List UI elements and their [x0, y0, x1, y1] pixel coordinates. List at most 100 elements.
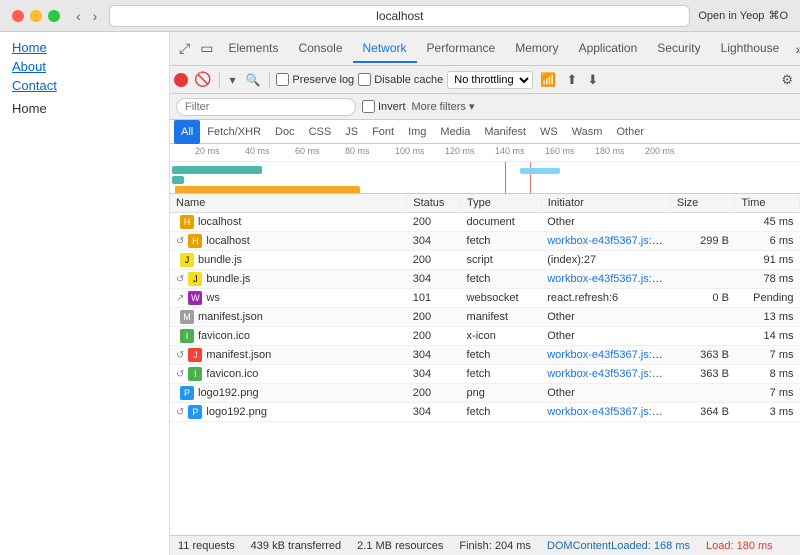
status-transferred: 439 kB transferred	[251, 540, 342, 552]
throttle-select[interactable]: No throttling Slow 3G Fast 3G	[447, 71, 533, 89]
title-bar: ‹ › localhost Open in Yeop ⌘O	[0, 0, 800, 32]
wifi-icon[interactable]: 📶	[537, 72, 559, 88]
type-doc[interactable]: Doc	[268, 120, 302, 144]
col-header-initiator[interactable]: Initiator	[541, 194, 670, 213]
more-filters-button[interactable]: More filters ▾	[412, 100, 475, 113]
cell-status: 200	[407, 251, 461, 270]
file-icon: P	[180, 386, 194, 400]
initiator-text: Other	[547, 330, 575, 342]
download-icon[interactable]: ⬇	[584, 72, 601, 88]
toolbar-divider-1	[219, 72, 220, 88]
cell-name: ↺ I favicon.ico	[170, 365, 407, 384]
disable-cache-checkbox[interactable]	[358, 73, 371, 86]
type-all[interactable]: All	[174, 120, 200, 144]
type-wasm[interactable]: Wasm	[565, 120, 610, 144]
tab-console[interactable]: Console	[288, 35, 352, 63]
disable-cache-label[interactable]: Disable cache	[358, 73, 443, 86]
cell-status: 304	[407, 403, 461, 422]
type-ws[interactable]: WS	[533, 120, 565, 144]
network-table: Name Status Type Initiator Size Time H l…	[170, 194, 800, 422]
tab-memory[interactable]: Memory	[505, 35, 568, 63]
table-row[interactable]: ↺ H localhost 304 fetch workbox-e43f5367…	[170, 232, 800, 251]
tab-lighthouse[interactable]: Lighthouse	[711, 35, 790, 63]
search-icon-button[interactable]: 🔍	[242, 73, 263, 87]
table-row[interactable]: ↗ W ws 101 websocket react.refresh:6 0 B…	[170, 289, 800, 308]
network-toolbar: 🚫 ▾ 🔍 Preserve log Disable cache No thro…	[170, 66, 800, 94]
record-button[interactable]	[174, 73, 188, 87]
col-header-size[interactable]: Size	[670, 194, 735, 213]
cell-type: fetch	[461, 346, 542, 365]
close-button[interactable]	[12, 10, 24, 22]
type-manifest[interactable]: Manifest	[477, 120, 533, 144]
cell-type: manifest	[461, 308, 542, 327]
type-js[interactable]: JS	[338, 120, 365, 144]
forward-button[interactable]: ›	[89, 6, 102, 26]
col-header-time[interactable]: Time	[735, 194, 800, 213]
open-btn-label: Open in Yeop	[698, 10, 764, 22]
clear-button[interactable]: 🚫	[192, 71, 213, 88]
cell-initiator: workbox-e43f5367.js:1545	[541, 270, 670, 289]
table-row[interactable]: ↺ J manifest.json 304 fetch workbox-e43f…	[170, 346, 800, 365]
tab-network[interactable]: Network	[353, 35, 417, 63]
col-header-status[interactable]: Status	[407, 194, 461, 213]
cell-name: ↗ W ws	[170, 289, 407, 308]
tab-more-button[interactable]: »	[789, 37, 800, 61]
cell-status: 304	[407, 365, 461, 384]
tab-elements[interactable]: Elements	[218, 35, 288, 63]
cell-size: 363 B	[670, 365, 735, 384]
upload-icon[interactable]: ⬆	[563, 72, 580, 88]
nav-contact[interactable]: Contact	[12, 78, 157, 93]
table-row[interactable]: P logo192.png 200 png Other 7 ms	[170, 384, 800, 403]
preserve-log-label[interactable]: Preserve log	[276, 73, 354, 86]
table-row[interactable]: ↺ I favicon.ico 304 fetch workbox-e43f53…	[170, 365, 800, 384]
invert-label[interactable]: Invert	[362, 100, 406, 113]
cell-size: 364 B	[670, 403, 735, 422]
address-bar[interactable]: localhost	[109, 5, 690, 27]
tab-application[interactable]: Application	[569, 35, 648, 63]
timeline-bar-1	[172, 166, 262, 174]
type-fetch-xhr[interactable]: Fetch/XHR	[200, 120, 268, 144]
type-css[interactable]: CSS	[302, 120, 339, 144]
row-name: logo192.png	[198, 387, 259, 399]
cell-initiator: react.refresh:6	[541, 289, 670, 308]
type-img[interactable]: Img	[401, 120, 433, 144]
filter-input[interactable]	[176, 98, 356, 116]
minimize-button[interactable]	[30, 10, 42, 22]
back-button[interactable]: ‹	[72, 6, 85, 26]
cell-type: fetch	[461, 232, 542, 251]
col-header-name[interactable]: Name	[170, 194, 407, 213]
webpage-sidebar: Home About Contact Home	[0, 32, 170, 555]
row-name: favicon.ico	[198, 330, 250, 342]
cell-status: 304	[407, 270, 461, 289]
table-row[interactable]: I favicon.ico 200 x-icon Other 14 ms	[170, 327, 800, 346]
nav-home[interactable]: Home	[12, 40, 157, 55]
row-name: localhost	[198, 216, 241, 228]
network-settings-icon[interactable]: ⚙	[778, 72, 796, 88]
cell-size: 363 B	[670, 346, 735, 365]
mark-80ms: 80 ms	[345, 146, 370, 156]
maximize-button[interactable]	[48, 10, 60, 22]
mark-60ms: 60 ms	[295, 146, 320, 156]
filter-icon-button[interactable]: ▾	[226, 73, 238, 87]
type-other[interactable]: Other	[609, 120, 651, 144]
file-icon: J	[188, 272, 202, 286]
table-row[interactable]: J bundle.js 200 script (index):27 91 ms	[170, 251, 800, 270]
table-row[interactable]: M manifest.json 200 manifest Other 13 ms	[170, 308, 800, 327]
cell-time: 3 ms	[735, 403, 800, 422]
open-in-yeop-button[interactable]: Open in Yeop ⌘O	[698, 9, 788, 22]
cell-name: M manifest.json	[170, 308, 407, 327]
type-media[interactable]: Media	[433, 120, 477, 144]
table-row[interactable]: ↺ J bundle.js 304 fetch workbox-e43f5367…	[170, 270, 800, 289]
preserve-log-checkbox[interactable]	[276, 73, 289, 86]
file-icon: I	[180, 329, 194, 343]
col-header-type[interactable]: Type	[461, 194, 542, 213]
table-row[interactable]: ↺ P logo192.png 304 fetch workbox-e43f53…	[170, 403, 800, 422]
devtools-device-icon[interactable]: ▭	[195, 36, 218, 61]
table-row[interactable]: H localhost 200 document Other 45 ms	[170, 213, 800, 232]
tab-performance[interactable]: Performance	[417, 35, 506, 63]
invert-checkbox[interactable]	[362, 100, 375, 113]
devtools-inspect-icon[interactable]: ⤢	[174, 36, 195, 61]
nav-about[interactable]: About	[12, 59, 157, 74]
tab-security[interactable]: Security	[647, 35, 710, 63]
type-font[interactable]: Font	[365, 120, 401, 144]
